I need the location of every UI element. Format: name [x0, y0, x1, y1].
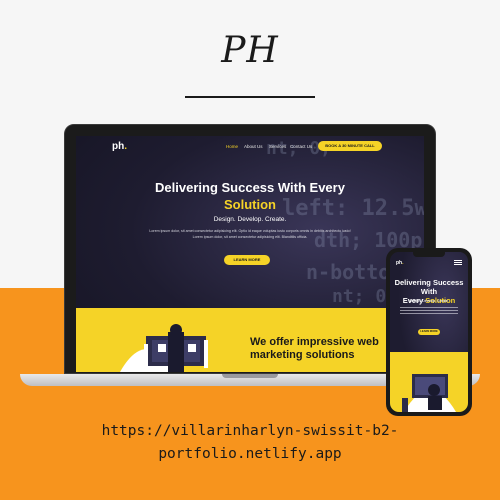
services-section: We offer impressive web marketing soluti… — [76, 308, 424, 372]
phone-services-section — [390, 352, 468, 412]
laptop-screen: nt; 0, left: 12.5w dth; 100p n-bottom: 1… — [76, 136, 424, 372]
phone-logo[interactable]: ph. — [396, 260, 404, 266]
phone-hero-tagline: Design. Develop. Create. — [409, 299, 449, 303]
team-illustration — [120, 324, 208, 372]
learn-more-button[interactable]: LEARN MORE — [224, 255, 270, 265]
phone-screen: ph. Delivering Success With Every Soluti… — [390, 252, 468, 412]
ph-monogram-logo: PH — [221, 30, 279, 71]
nav-services[interactable]: Services — [269, 144, 286, 149]
hero-body-line2: Lorem ipsum dolor, sit amet consectetur … — [192, 235, 308, 239]
phone-illustration — [402, 374, 456, 412]
phone-learn-more-button[interactable]: LEARN MORE — [418, 329, 440, 335]
hero-title-accent: Solution — [224, 197, 276, 212]
phone-notch — [413, 252, 445, 257]
hamburger-menu-icon[interactable] — [454, 260, 462, 261]
site-navbar: ph. Home About Us Services Contact Us BO… — [76, 136, 424, 156]
divider-line — [185, 96, 315, 98]
hero-title-line1: Delivering Success With Every — [155, 180, 345, 195]
portfolio-url[interactable]: https://villarinharlyn-swissit-b2- portf… — [0, 420, 500, 466]
book-call-button[interactable]: BOOK A 30 MINUTE CALL — [318, 141, 382, 151]
nav-home[interactable]: Home — [226, 144, 238, 149]
laptop-notch — [222, 374, 278, 378]
site-logo[interactable]: ph. — [112, 141, 127, 152]
hero-tagline: Design. Develop. Create. — [213, 216, 287, 223]
nav-contact-us[interactable]: Contact Us — [290, 144, 312, 149]
nav-about-us[interactable]: About Us — [244, 144, 263, 149]
phone-hero-body — [400, 307, 458, 308]
